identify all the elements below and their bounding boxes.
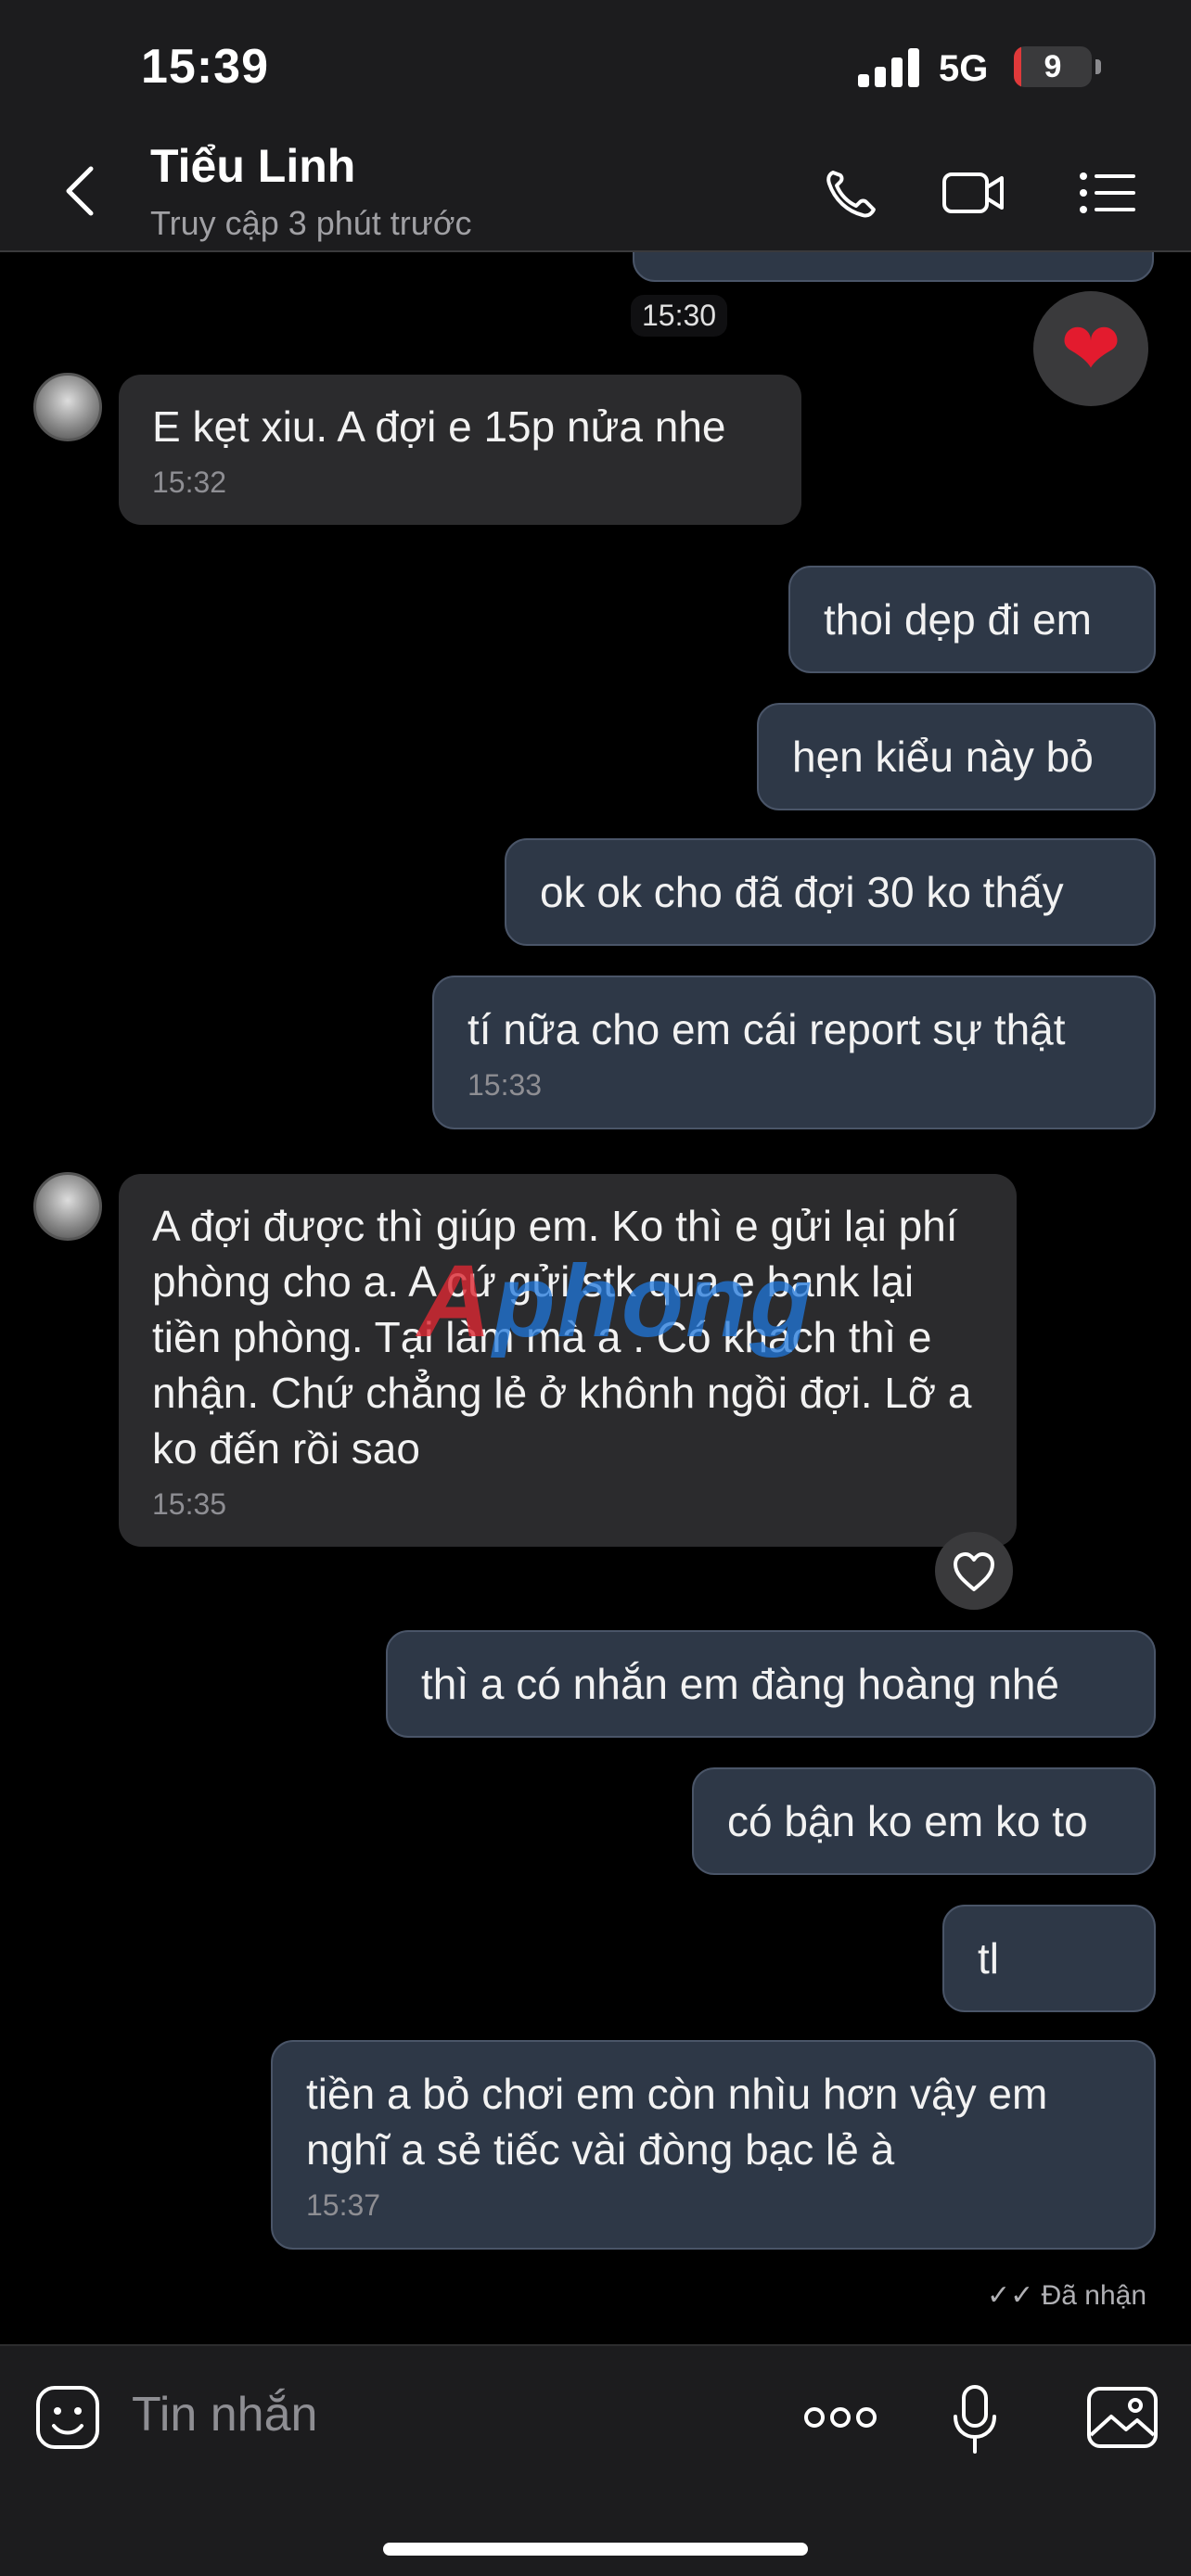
message-bubble-out[interactable]: tiền a bỏ chơi em còn nhìu hơn vậy em ng… — [271, 2040, 1156, 2250]
message-text: tl — [978, 1934, 999, 1983]
sticker-icon[interactable] — [33, 2383, 102, 2452]
timestamp-pill: 15:30 — [631, 295, 728, 337]
battery-icon: 9 — [1014, 46, 1092, 87]
message-text: tí nữa cho em cái report sự thật — [467, 1005, 1066, 1053]
message-time: 15:32 — [152, 465, 227, 499]
message-bubble-out[interactable]: ok ok cho đã đợi 30 ko thấy — [505, 838, 1156, 946]
battery-tip — [1095, 59, 1101, 74]
message-bubble-out[interactable]: tl — [942, 1905, 1156, 2012]
status-time: 15:39 — [141, 40, 269, 94]
message-bubble-out[interactable]: thoi dẹp đi em — [788, 566, 1156, 673]
more-icon[interactable] — [801, 2383, 879, 2452]
signal-icon — [858, 46, 919, 87]
last-seen-status: Truy cập 3 phút trước — [150, 204, 472, 242]
battery-level: 9 — [1044, 49, 1062, 84]
status-bar: 15:39 5G 9 — [0, 0, 1191, 130]
message-list[interactable]: 15:30 ❤ E kẹt xiu. A đợi e 15p nửa nhe 1… — [0, 252, 1191, 2344]
message-text: ok ok cho đã đợi 30 ko thấy — [540, 868, 1064, 916]
network-type: 5G — [939, 48, 989, 89]
message-bubble-in[interactable]: A đợi được thì giúp em. Ko thì e gửi lại… — [119, 1174, 1017, 1547]
phone-icon[interactable] — [820, 165, 887, 221]
home-indicator — [383, 2543, 808, 2556]
mic-icon[interactable] — [950, 2383, 1000, 2457]
delivery-status: ✓✓ Đã nhận — [986, 2280, 1146, 2311]
message-bubble-out[interactable]: tí nữa cho em cái report sự thật 15:33 — [432, 976, 1156, 1129]
message-text: có bận ko em ko to — [727, 1797, 1088, 1845]
message-input-bar: Tin nhắn — [0, 2344, 1191, 2576]
message-time: 15:33 — [467, 1068, 543, 1102]
message-input[interactable]: Tin nhắn — [132, 2387, 317, 2442]
message-bubble-out[interactable]: hẹn kiểu này bỏ — [757, 703, 1156, 810]
back-icon[interactable] — [61, 163, 98, 219]
contact-name[interactable]: Tiểu Linh — [150, 139, 355, 193]
message-time: 15:35 — [152, 1487, 227, 1521]
message-time: 15:37 — [306, 2188, 381, 2222]
video-icon[interactable] — [941, 165, 1007, 221]
previous-message-bubble[interactable] — [633, 252, 1154, 282]
message-text: tiền a bỏ chơi em còn nhìu hơn vậy em ng… — [306, 2070, 1048, 2174]
message-bubble-out[interactable]: có bận ko em ko to — [692, 1767, 1156, 1875]
message-bubble-in[interactable]: E kẹt xiu. A đợi e 15p nửa nhe 15:32 — [119, 375, 801, 525]
chat-header: Tiểu Linh Truy cập 3 phút trước — [0, 130, 1191, 252]
gallery-icon[interactable] — [1085, 2383, 1159, 2452]
message-bubble-out[interactable]: thì a có nhắn em đàng hoàng nhé — [386, 1630, 1156, 1738]
message-text: A đợi được thì giúp em. Ko thì e gửi lại… — [152, 1202, 972, 1473]
menu-icon[interactable] — [1076, 165, 1143, 221]
message-text: hẹn kiểu này bỏ — [792, 733, 1094, 781]
message-text: E kẹt xiu. A đợi e 15p nửa nhe — [152, 402, 726, 451]
heart-reaction-icon[interactable]: ❤ — [1033, 291, 1148, 406]
message-text: thoi dẹp đi em — [824, 595, 1092, 644]
message-text: thì a có nhắn em đàng hoàng nhé — [421, 1660, 1060, 1708]
heart-like-icon[interactable] — [935, 1532, 1013, 1610]
avatar[interactable] — [33, 373, 102, 441]
avatar[interactable] — [33, 1172, 102, 1241]
